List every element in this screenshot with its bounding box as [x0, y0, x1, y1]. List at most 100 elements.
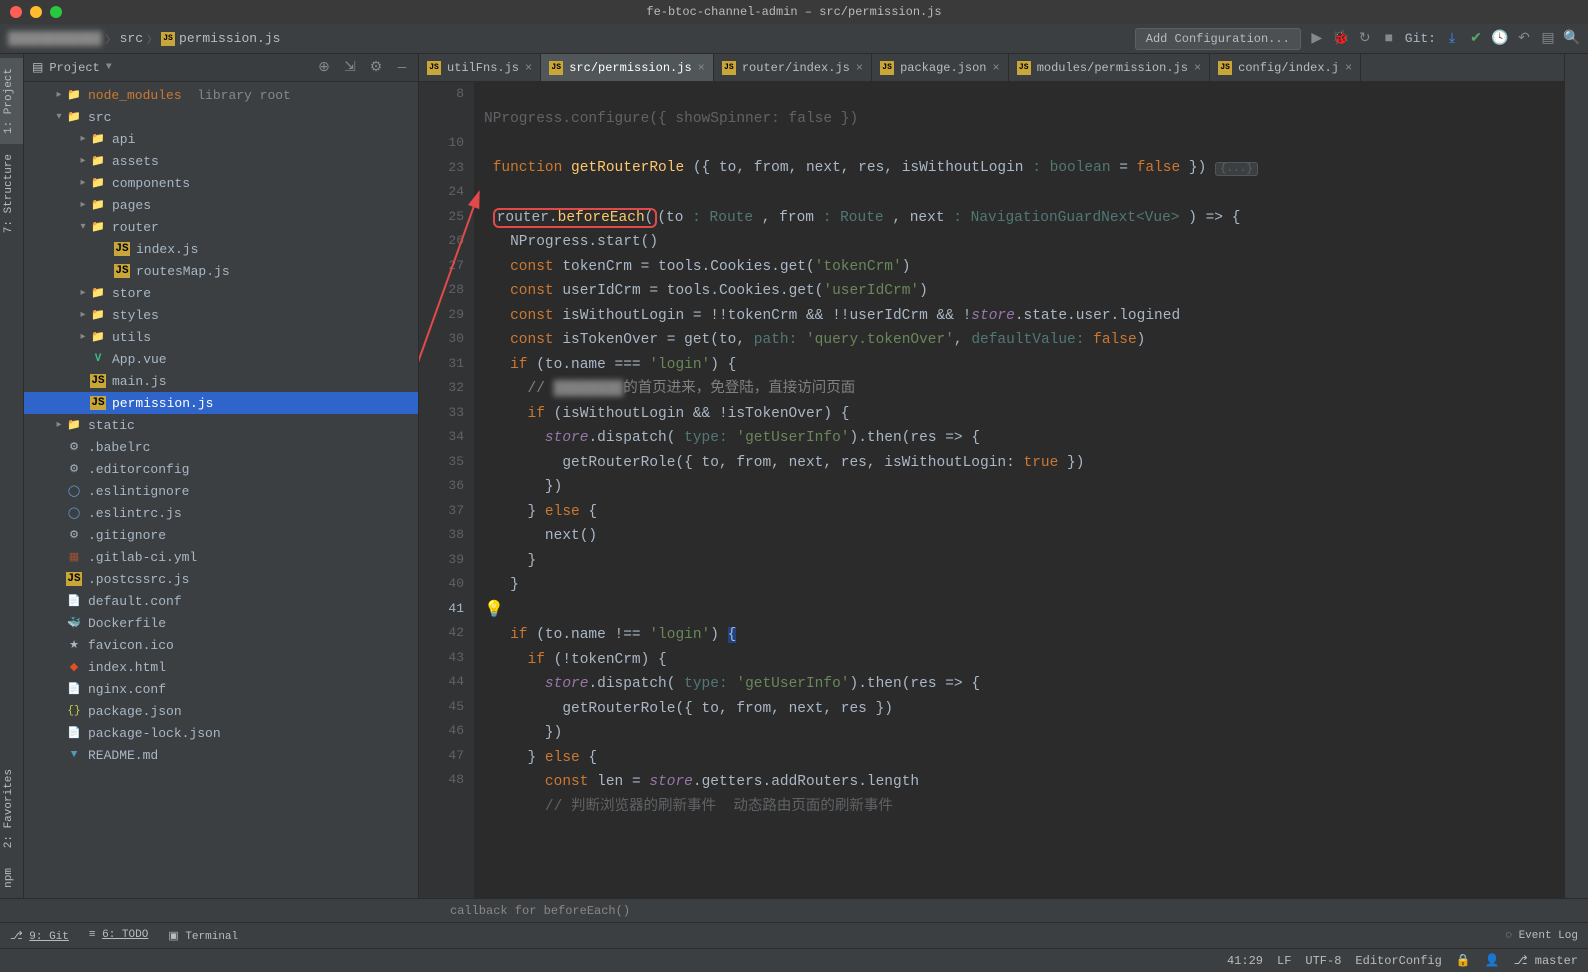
chevron-right-icon: 〉 — [147, 31, 157, 47]
breadcrumb-file[interactable]: permission.js — [179, 31, 280, 46]
tool-event-log[interactable]: ◌ Event Log — [1505, 930, 1578, 942]
tree-store[interactable]: ▸📁store — [24, 282, 418, 304]
tree-package-json[interactable]: {}package.json — [24, 700, 418, 722]
js-file-icon: JS — [1218, 61, 1232, 75]
tree-index-html[interactable]: ◆index.html — [24, 656, 418, 678]
tree-styles[interactable]: ▸📁styles — [24, 304, 418, 326]
stop-icon[interactable]: ■ — [1381, 31, 1397, 47]
tree-default-conf[interactable]: 📄default.conf — [24, 590, 418, 612]
tree-editorconfig[interactable]: ⚙.editorconfig — [24, 458, 418, 480]
close-tab-icon[interactable]: × — [1194, 61, 1201, 75]
chevron-right-icon: 〉 — [106, 31, 116, 47]
sidebar-tab-npm[interactable]: npm — [0, 858, 23, 898]
right-toolwindow-bar — [1564, 54, 1588, 898]
tree-gitignore[interactable]: ⚙.gitignore — [24, 524, 418, 546]
editor-breadcrumb[interactable]: callback for beforeEach() — [0, 898, 1588, 922]
breadcrumb[interactable]: ████████████ 〉 src 〉 JS permission.js — [8, 31, 280, 47]
editor-tab[interactable]: JSutilFns.js× — [419, 54, 541, 81]
close-tab-icon[interactable]: × — [993, 61, 1000, 75]
project-panel-title[interactable]: Project — [49, 61, 99, 75]
tool-todo[interactable]: ≡ 6: TODO — [89, 929, 148, 943]
tree-src[interactable]: ▾📁src — [24, 106, 418, 128]
locate-icon[interactable]: ⊕ — [316, 60, 332, 76]
tree-favicon[interactable]: ★favicon.ico — [24, 634, 418, 656]
dropdown-icon[interactable]: ▼ — [106, 62, 112, 73]
close-window-icon[interactable] — [10, 6, 22, 18]
search-icon[interactable]: 🔍 — [1564, 31, 1580, 47]
tree-components[interactable]: ▸📁components — [24, 172, 418, 194]
tree-node-modules[interactable]: ▸📁node_modules library root — [24, 84, 418, 106]
update-project-icon[interactable]: ⤓ — [1444, 31, 1460, 47]
commit-icon[interactable]: ✔ — [1468, 31, 1484, 47]
tree-static[interactable]: ▸📁static — [24, 414, 418, 436]
editor-tab[interactable]: JSpackage.json× — [872, 54, 1009, 81]
editor-tab[interactable]: JSconfig/index.j× — [1210, 54, 1361, 81]
expand-icon[interactable]: ⇲ — [342, 60, 358, 76]
status-bar: 41:29 LF UTF-8 EditorConfig 🔒 👤 ⎇ master — [0, 948, 1588, 972]
tree-api[interactable]: ▸📁api — [24, 128, 418, 150]
sidebar-tab-favorites[interactable]: 2: Favorites — [0, 759, 23, 858]
tree-eslintrc[interactable]: ◯.eslintrc.js — [24, 502, 418, 524]
minimize-window-icon[interactable] — [30, 6, 42, 18]
tree-babelrc[interactable]: ⚙.babelrc — [24, 436, 418, 458]
breadcrumb-root[interactable]: ████████████ — [8, 31, 102, 46]
code-area[interactable]: 8 10232425262728293031323334353637383940… — [419, 82, 1564, 898]
tree-utils[interactable]: ▸📁utils — [24, 326, 418, 348]
git-label: Git: — [1405, 31, 1436, 46]
maximize-window-icon[interactable] — [50, 6, 62, 18]
tree-postcss[interactable]: JS.postcssrc.js — [24, 568, 418, 590]
inspector-icon[interactable]: 👤 — [1485, 953, 1500, 968]
navigation-bar: ████████████ 〉 src 〉 JS permission.js Ad… — [0, 24, 1588, 54]
js-file-icon: JS — [161, 32, 175, 46]
tool-git[interactable]: ⎇ 9: Git — [10, 929, 69, 943]
tree-router[interactable]: ▾📁router — [24, 216, 418, 238]
close-tab-icon[interactable]: × — [525, 61, 532, 75]
sidebar-tab-structure[interactable]: 7: Structure — [0, 144, 23, 243]
tree-dockerfile[interactable]: 🐳Dockerfile — [24, 612, 418, 634]
debug-icon[interactable]: 🐞 — [1333, 31, 1349, 47]
tree-nginx[interactable]: 📄nginx.conf — [24, 678, 418, 700]
tree-package-lock[interactable]: 📄package-lock.json — [24, 722, 418, 744]
editor-tab[interactable]: JSmodules/permission.js× — [1009, 54, 1210, 81]
tree-permission-js[interactable]: JSpermission.js — [24, 392, 418, 414]
lock-icon[interactable]: 🔒 — [1456, 953, 1471, 968]
window-title: fe-btoc-channel-admin – src/permission.j… — [646, 5, 941, 19]
git-branch[interactable]: ⎇ master — [1514, 953, 1578, 968]
project-panel-header: ▤ Project ▼ ⊕ ⇲ ⚙ — — [24, 54, 418, 82]
add-configuration-button[interactable]: Add Configuration... — [1135, 28, 1301, 50]
ide-settings-icon[interactable]: ▤ — [1540, 31, 1556, 47]
sidebar-tab-project[interactable]: 1: Project — [0, 58, 23, 144]
editor-tab[interactable]: JSsrc/permission.js× — [541, 54, 714, 81]
tree-pages[interactable]: ▸📁pages — [24, 194, 418, 216]
gutter[interactable]: 8 10232425262728293031323334353637383940… — [419, 82, 474, 898]
tree-gitlab[interactable]: ▦.gitlab-ci.yml — [24, 546, 418, 568]
history-icon[interactable]: 🕓 — [1492, 31, 1508, 47]
project-tree[interactable]: ▸📁node_modules library root ▾📁src ▸📁api … — [24, 82, 418, 898]
tree-assets[interactable]: ▸📁assets — [24, 150, 418, 172]
rerun-icon[interactable]: ↻ — [1357, 31, 1373, 47]
main-area: 1: Project 7: Structure 2: Favorites npm… — [0, 54, 1588, 898]
project-view-icon: ▤ — [32, 60, 43, 75]
tree-main-js[interactable]: JSmain.js — [24, 370, 418, 392]
toolbar-right: Add Configuration... ▶ 🐞 ↻ ■ Git: ⤓ ✔ 🕓 … — [1135, 28, 1580, 50]
window-controls[interactable] — [0, 6, 62, 18]
tree-router-index[interactable]: JSindex.js — [24, 238, 418, 260]
close-tab-icon[interactable]: × — [698, 61, 705, 75]
editor-tabs[interactable]: JSutilFns.js×JSsrc/permission.js×JSroute… — [419, 54, 1564, 82]
intention-bulb-icon[interactable]: 💡 — [484, 601, 504, 619]
editor-tab[interactable]: JSrouter/index.js× — [714, 54, 872, 81]
tree-readme[interactable]: ▼README.md — [24, 744, 418, 766]
tool-terminal[interactable]: ▣ Terminal — [168, 929, 238, 943]
run-icon[interactable]: ▶ — [1309, 31, 1325, 47]
breadcrumb-folder[interactable]: src — [120, 31, 143, 46]
js-file-icon: JS — [549, 61, 563, 75]
hide-panel-icon[interactable]: — — [394, 60, 410, 76]
tree-app-vue[interactable]: VApp.vue — [24, 348, 418, 370]
tree-eslintignore[interactable]: ◯.eslintignore — [24, 480, 418, 502]
close-tab-icon[interactable]: × — [856, 61, 863, 75]
revert-icon[interactable]: ↶ — [1516, 31, 1532, 47]
gear-icon[interactable]: ⚙ — [368, 60, 384, 76]
tree-router-routes[interactable]: JSroutesMap.js — [24, 260, 418, 282]
close-tab-icon[interactable]: × — [1345, 61, 1352, 75]
code-content[interactable]: NProgress.configure({ showSpinner: false… — [474, 82, 1564, 898]
